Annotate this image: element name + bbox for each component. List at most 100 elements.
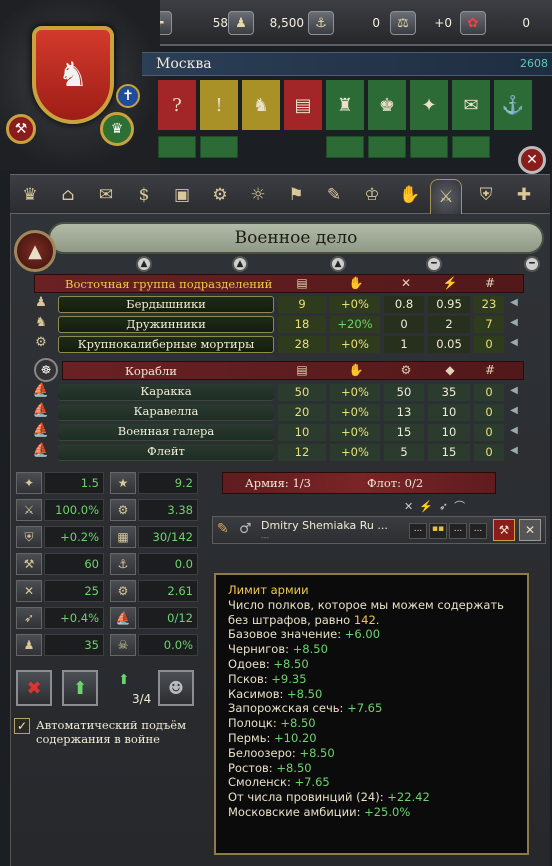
stability-resource[interactable]: ⚖ +0 (390, 10, 452, 36)
sub-banner (410, 136, 448, 158)
arrow-icon[interactable]: ◀ (504, 405, 524, 420)
letter-banner[interactable]: ✉ (452, 80, 490, 130)
scroll-up-icon[interactable]: ▲ (330, 256, 346, 272)
soldier-banner[interactable]: ♞ (242, 80, 280, 130)
economy-icon[interactable]: $ (128, 179, 160, 211)
stat-cell[interactable]: ☠ 0.0% (110, 634, 200, 656)
ship-row[interactable]: ⛵ Военная галера 10 +0% 15 10 0 ◀ (33, 423, 524, 442)
military-tools-icon[interactable]: ⚒ (6, 114, 36, 144)
leader-row[interactable]: ✎ ♂ Dmitry Shemiaka Ru ... --- ... ▪▪ ..… (212, 516, 546, 544)
stat-value: 9.2 (138, 472, 198, 494)
stat-cell[interactable]: ➶ +0.4% (16, 607, 106, 629)
arrow-icon[interactable]: ◀ (504, 317, 524, 332)
religion-icon[interactable]: ✋ (394, 179, 426, 211)
arrow-icon[interactable]: ◀ (504, 337, 524, 352)
stats-icon[interactable]: ✚ (508, 179, 540, 211)
decisions-icon[interactable]: ✎ (318, 179, 350, 211)
stat-cell[interactable]: ⚓ 0.0 (110, 553, 200, 575)
stat-cell[interactable]: ✦ 1.5 (16, 472, 106, 494)
recruit-leader-button[interactable]: ⚒ (493, 519, 515, 541)
stat-cell[interactable]: ⚒ 60 (16, 553, 106, 575)
hat-banner[interactable]: ♚ (368, 80, 406, 130)
sailors-resource[interactable]: ⚓ 0 (308, 10, 380, 36)
arrow-icon[interactable]: ◀ (504, 385, 524, 400)
trade-icon[interactable]: ▣ (166, 179, 198, 211)
stat-value: 1.5 (44, 472, 104, 494)
unit-cost: 18 (278, 316, 326, 333)
ideas-icon[interactable]: ☼ (242, 179, 274, 211)
collapse-icon[interactable]: ━ (524, 256, 540, 272)
leader-stat: ... (409, 523, 427, 539)
stat-cell[interactable]: ▦ 30/142 (110, 526, 200, 548)
stat-cell[interactable]: ★ 9.2 (110, 472, 200, 494)
arrow-icon[interactable]: ◀ (504, 425, 524, 440)
collapse-icon[interactable]: ━ (426, 256, 442, 272)
stat-value: 25 (44, 580, 104, 602)
tooltip-row: Псков: +9.35 (228, 671, 307, 686)
gift-banner[interactable]: ✦ (410, 80, 448, 130)
stat-cell[interactable]: ⛨ +0.2% (16, 526, 106, 548)
ship-row[interactable]: ⛵ Каракка 50 +0% 50 35 0 ◀ (33, 383, 524, 402)
raise-maintenance-button[interactable]: ⬆ (62, 670, 98, 706)
missions-icon[interactable]: ⚑ (280, 179, 312, 211)
military-icon[interactable]: ⚔ (430, 179, 462, 215)
religion-icon[interactable]: ✝ (116, 84, 140, 108)
scroll-up-icon[interactable]: ▲ (136, 256, 152, 272)
manpower-resource[interactable]: ♟ 8,500 (228, 10, 304, 36)
crown-icon[interactable]: ♛ (100, 112, 134, 146)
stat-cell[interactable]: ⚔ 100.0% (16, 499, 106, 521)
stat-cell[interactable]: ♟ 35 (16, 634, 106, 656)
leader-stat-icons: ✕⚡➶⌒ (404, 500, 472, 513)
country-crest[interactable]: ♞ (32, 26, 114, 124)
unit-value-2: 2 (428, 316, 470, 333)
unit-name: Бердышники (58, 296, 274, 313)
stat-value: 2.61 (138, 580, 198, 602)
advisor-button[interactable]: ☻ (158, 670, 194, 706)
tooltip-row: Ростов: +8.50 (228, 760, 312, 775)
throne-banner[interactable]: ♜ (326, 80, 364, 130)
alert-icon: ! (215, 94, 223, 116)
unit-row[interactable]: ♟ Бердышники 9 +0% 0.8 0.95 23 ◀ (34, 295, 524, 314)
stat-value: 0.0 (138, 553, 198, 575)
unit-row[interactable]: ♞ Дружинники 18 +20% 0 2 7 ◀ (34, 315, 524, 334)
ship-count: 0 (474, 384, 504, 401)
prestige-icon: ✿ (460, 11, 486, 35)
naval-group-header: Корабли ▤ ✋ ⚙ ◆ # (62, 361, 524, 380)
stat-cell[interactable]: ⛵ 0/12 (110, 607, 200, 629)
scroll-banner[interactable]: ▤ (284, 80, 322, 130)
arrow-icon[interactable]: ◀ (504, 297, 524, 312)
stat-cell[interactable]: ⚙ 2.61 (110, 580, 200, 602)
cavalry-icon: ♞ (35, 315, 47, 330)
ship-row[interactable]: ⛵ Флейт 12 +0% 5 15 0 ◀ (33, 443, 524, 462)
diplomacy-icon[interactable]: ✉ (90, 179, 122, 211)
arrow-icon[interactable]: ◀ (504, 445, 524, 460)
ship-cost: 10 (278, 424, 326, 441)
heavy-ship-icon: ⛵ (32, 383, 50, 398)
close-icon[interactable]: ✕ (518, 146, 546, 174)
government-icon[interactable]: ⌂ (52, 179, 84, 211)
scroll-up-icon[interactable]: ▲ (232, 256, 248, 272)
interest-banner[interactable]: ? (158, 80, 196, 130)
alert-banner[interactable]: ! (200, 80, 238, 130)
stat-cell[interactable]: ✕ 25 (16, 580, 106, 602)
unit-value-1: 1 (384, 336, 424, 353)
trade-banner[interactable]: ⚓ (494, 80, 532, 130)
auto-raise-checkbox[interactable]: ✓ (14, 718, 30, 734)
subjects-icon[interactable]: ⛨ (470, 179, 502, 211)
estates-icon[interactable]: ♔ (356, 179, 388, 211)
stat-cell[interactable]: ⚙ 3.38 (110, 499, 200, 521)
production-icon[interactable]: ⚙ (204, 179, 236, 211)
ship-value-2: 10 (428, 404, 470, 421)
unit-row[interactable]: ⚙ Крупнокалиберные мортиры 28 +0% 1 0.05… (34, 335, 524, 354)
dismiss-leader-button[interactable]: ✕ (519, 519, 541, 541)
tab-bar: ♛ ⌂ ✉ $ ▣ ⚙ ☼ ⚑ ✎ ♔ ✋ ⚔ ⛨ ✚ (10, 174, 550, 215)
advisor-icon: ☻ (167, 677, 185, 699)
ship-row[interactable]: ⛵ Каравелла 20 +0% 13 10 0 ◀ (33, 403, 524, 422)
infantry-icon: ♟ (35, 295, 47, 310)
crown-icon[interactable]: ♛ (14, 179, 46, 211)
tooltip-row: Базовое значение: +6.00 (228, 627, 381, 642)
disband-button[interactable]: ✖ (16, 670, 52, 706)
ship-count: 0 (474, 424, 504, 441)
tooltip-row: Московские амбиции: +25.0% (228, 804, 411, 819)
prestige-resource[interactable]: ✿ 0 (460, 10, 530, 36)
